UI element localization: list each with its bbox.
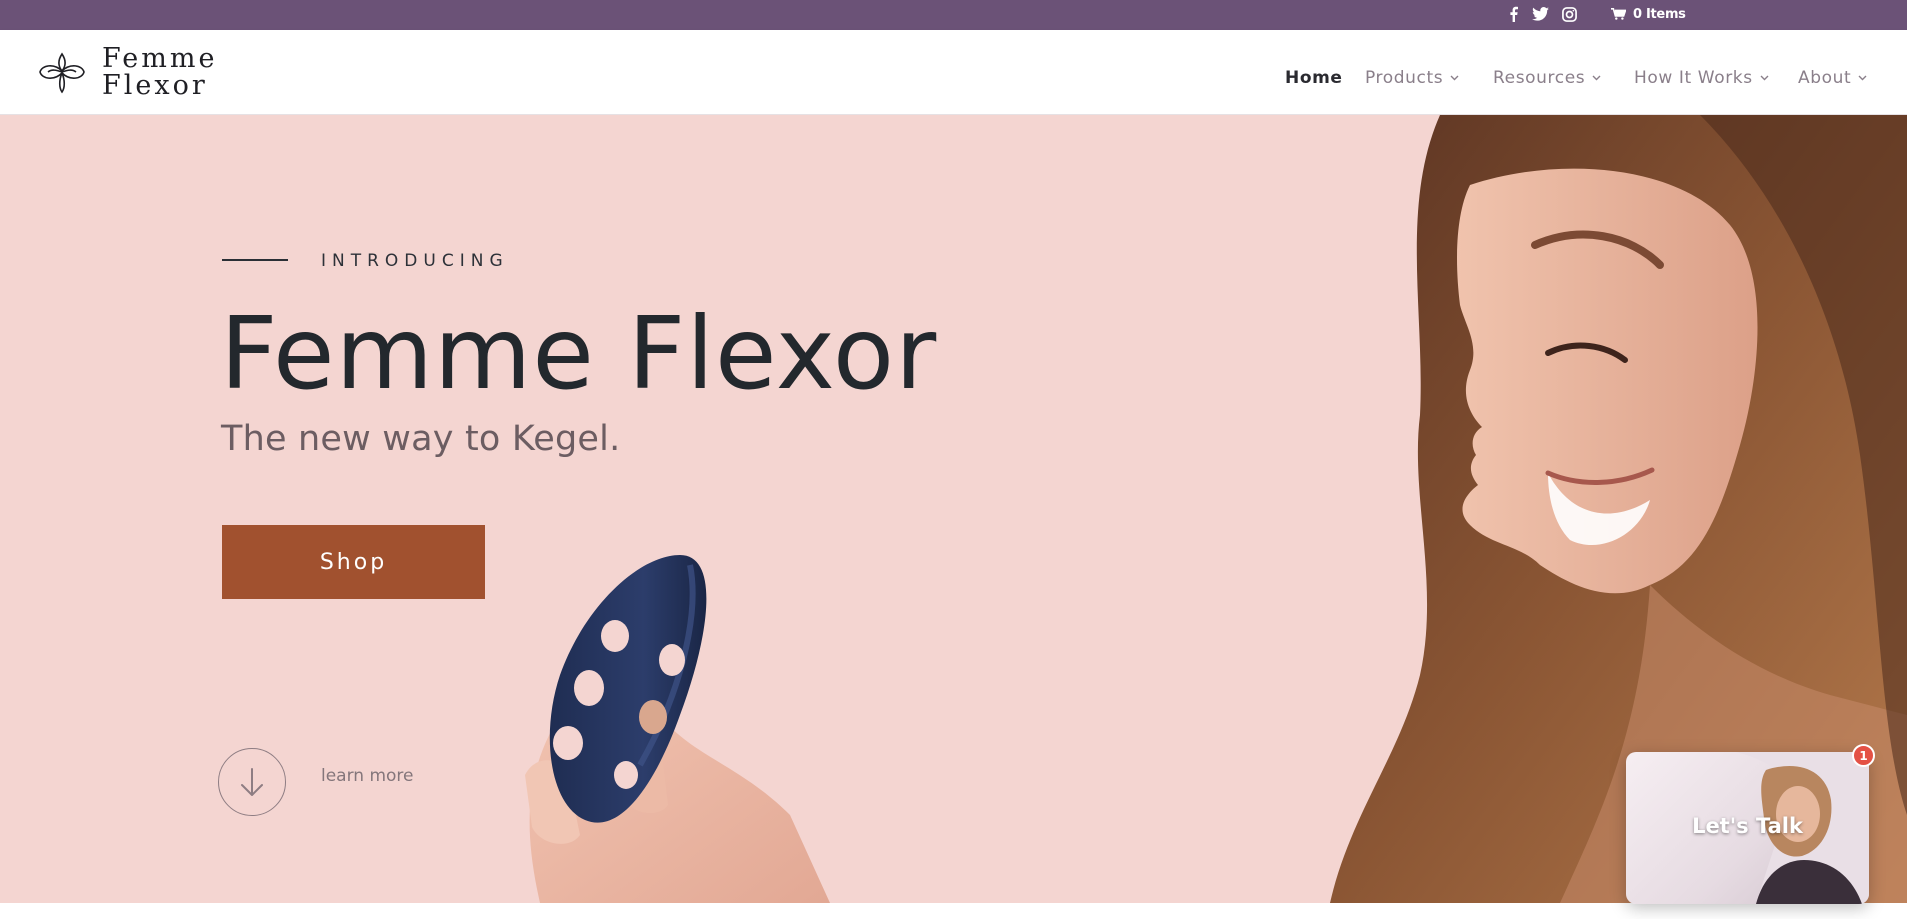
shop-button[interactable]: Shop bbox=[222, 525, 485, 599]
chevron-down-icon bbox=[1592, 75, 1601, 81]
site-header: Femme Flexor Home Products Resources How… bbox=[0, 30, 1907, 115]
chevron-down-icon bbox=[1450, 75, 1459, 81]
hero-eyebrow: INTRODUCING bbox=[321, 251, 509, 271]
logo-ornament-icon bbox=[39, 52, 85, 94]
learn-more-link[interactable]: learn more bbox=[321, 766, 414, 786]
twitter-icon[interactable] bbox=[1530, 3, 1550, 25]
cart-icon bbox=[1611, 5, 1627, 24]
nav-about[interactable]: About bbox=[1798, 66, 1867, 90]
nav-label: How It Works bbox=[1634, 68, 1753, 88]
chat-widget[interactable]: Let's Talk bbox=[1626, 752, 1869, 904]
nav-how-it-works[interactable]: How It Works bbox=[1634, 66, 1769, 90]
brand-wordmark: Femme Flexor bbox=[102, 45, 217, 99]
hero-subtitle: The new way to Kegel. bbox=[221, 419, 621, 459]
facebook-icon[interactable] bbox=[1506, 3, 1520, 25]
hero-title: Femme Flexor bbox=[220, 295, 938, 412]
nav-label: Products bbox=[1365, 68, 1444, 88]
eyebrow-rule bbox=[222, 259, 288, 261]
nav-products[interactable]: Products bbox=[1365, 66, 1459, 90]
hero-photo bbox=[525, 115, 1907, 903]
top-bar: 0 Items bbox=[0, 0, 1907, 30]
nav-resources[interactable]: Resources bbox=[1493, 66, 1601, 90]
nav-label: Resources bbox=[1493, 68, 1586, 88]
nav-label: Home bbox=[1285, 68, 1343, 88]
hero-section: INTRODUCING Femme Flexor The new way to … bbox=[0, 115, 1907, 903]
chevron-down-icon bbox=[1858, 75, 1867, 81]
cart-count-label: 0 Items bbox=[1633, 6, 1686, 22]
page-bottom-edge bbox=[0, 903, 1907, 919]
brand-logo[interactable]: Femme Flexor bbox=[34, 44, 217, 100]
nav-home[interactable]: Home bbox=[1285, 66, 1343, 90]
scroll-down-button[interactable] bbox=[218, 748, 286, 816]
instagram-icon[interactable] bbox=[1560, 3, 1578, 25]
brand-wordmark-line1: Femme bbox=[102, 43, 218, 74]
brand-wordmark-line2: Flexor bbox=[102, 70, 208, 101]
nav-label: About bbox=[1798, 68, 1852, 88]
notification-badge: 1 bbox=[1852, 744, 1875, 767]
cart-link[interactable]: 0 Items bbox=[1611, 3, 1686, 25]
chat-widget-label: Let's Talk bbox=[1692, 814, 1803, 838]
arrow-down-icon bbox=[241, 768, 263, 796]
chevron-down-icon bbox=[1760, 75, 1769, 81]
